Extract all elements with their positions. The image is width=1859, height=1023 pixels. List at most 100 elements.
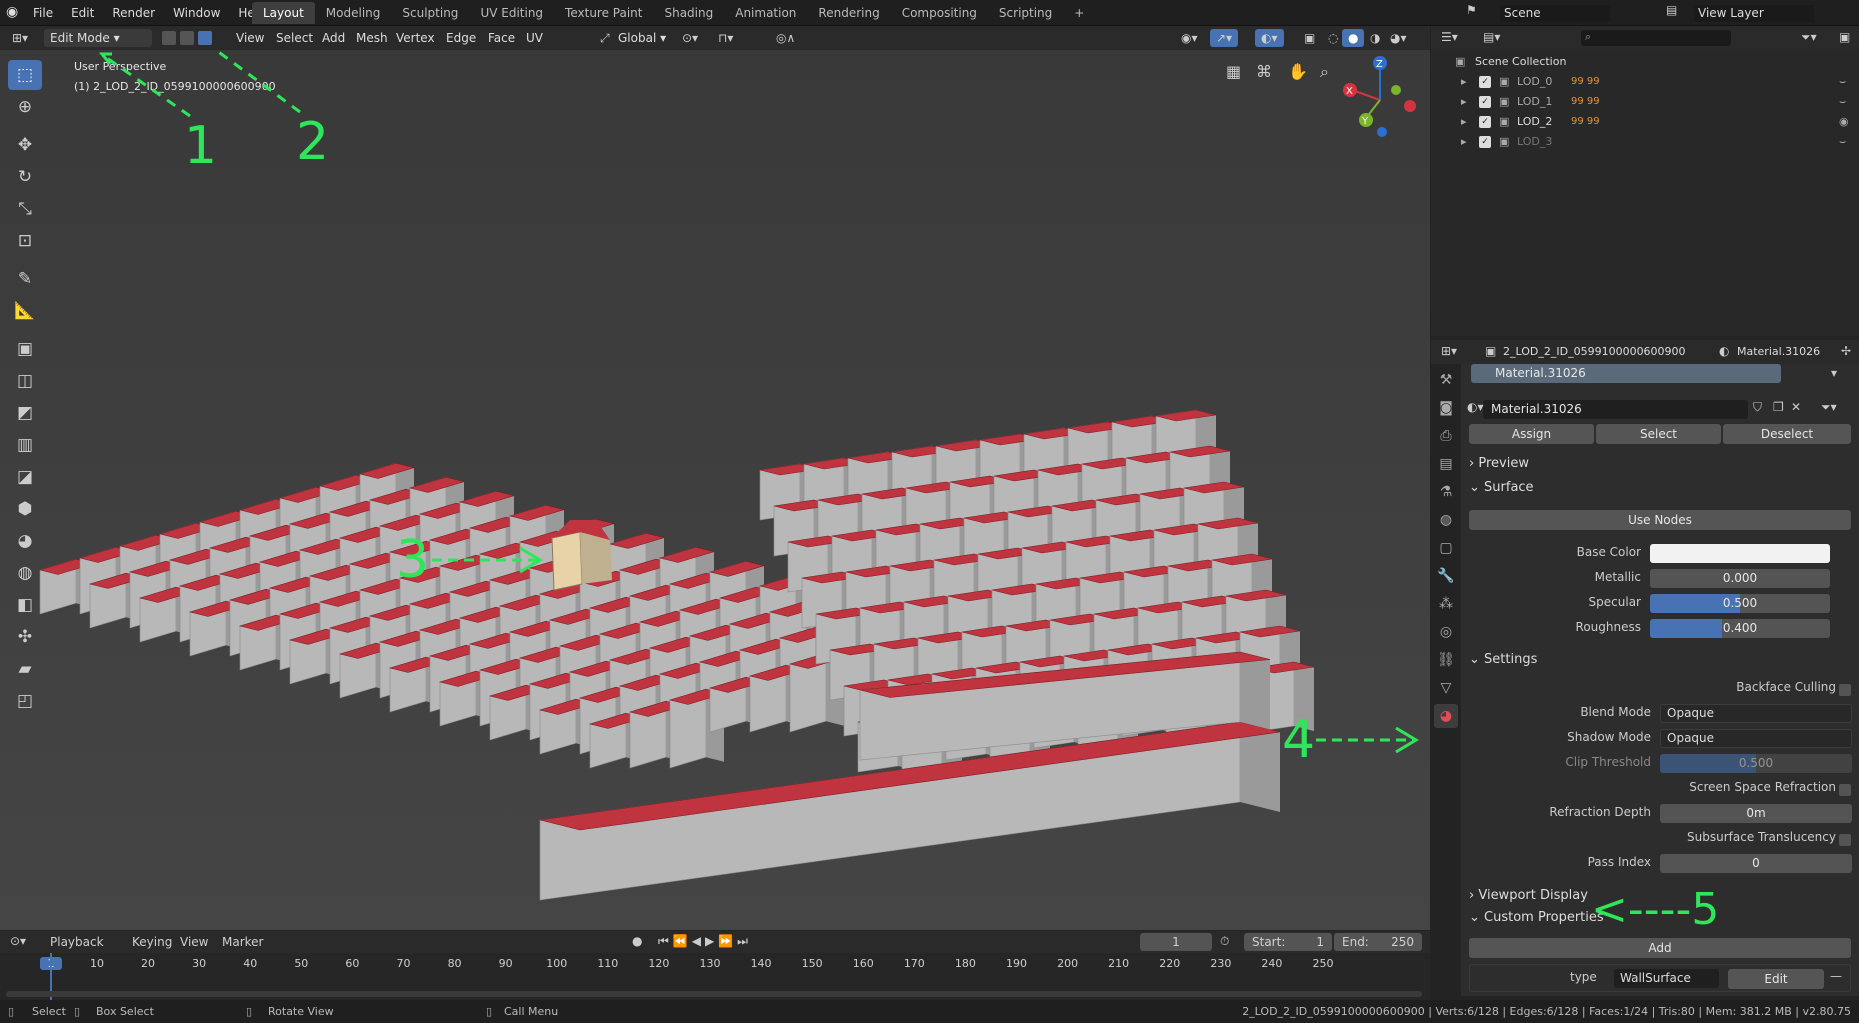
outliner-item-lod-2[interactable]: ▸ ✓ ▣ LOD_2 99 99 ◉ <box>1431 112 1859 132</box>
output-tab-icon[interactable]: ⎙ <box>1434 424 1458 448</box>
gizmo-toggle-icon[interactable]: ↗▾ <box>1210 29 1239 47</box>
pin-icon[interactable]: ✢ <box>1841 344 1851 358</box>
rip-tool-icon[interactable]: ◰ <box>8 686 42 716</box>
display-mode-icon[interactable]: ▤▾ <box>1483 30 1500 44</box>
properties-editor-icon[interactable]: ⊞▾ <box>1441 344 1457 358</box>
menu-face[interactable]: Face <box>482 29 521 47</box>
world-tab-icon[interactable]: ◍ <box>1434 508 1458 532</box>
particles-tab-icon[interactable]: ⁂ <box>1434 592 1458 616</box>
clip-threshold-slider[interactable]: 0.500 <box>1660 754 1852 773</box>
mode-selector[interactable]: Edit Mode ▾ <box>44 29 152 47</box>
add-property-button[interactable]: Add <box>1469 938 1851 958</box>
playback-controls[interactable]: ⏮⏪◀▶⏩⏭ <box>658 934 752 949</box>
metallic-slider[interactable]: 0.000 <box>1650 569 1830 588</box>
select-box-tool-icon[interactable]: ⬚ <box>8 60 42 90</box>
menu-edit[interactable]: Edit <box>62 0 103 26</box>
viewport-display-panel-header[interactable]: › Viewport Display <box>1469 888 1588 903</box>
current-frame-field[interactable]: 1 <box>1140 933 1212 951</box>
edit-property-button[interactable]: Edit <box>1728 969 1824 989</box>
3d-viewport[interactable]: Z X Y User Perspective (1) 2_LOD_2_ID_05… <box>0 50 1430 930</box>
expand-icon[interactable]: ▸ <box>1461 132 1467 152</box>
enable-checkbox[interactable]: ✓ <box>1479 136 1491 148</box>
edge-select-mode-icon[interactable] <box>180 31 194 45</box>
new-collection-icon[interactable]: ▣ <box>1839 30 1850 44</box>
menu-uv[interactable]: UV <box>520 29 549 47</box>
expand-icon[interactable]: ▸ <box>1461 92 1467 112</box>
tab-shading[interactable]: Shading <box>653 2 724 24</box>
end-frame-field[interactable]: End: 250 <box>1334 933 1422 951</box>
ssr-checkbox[interactable] <box>1839 784 1851 796</box>
transform-tool-icon[interactable]: ⊡ <box>8 226 42 256</box>
edge-slide-tool-icon[interactable]: ◧ <box>8 590 42 620</box>
base-color-swatch[interactable] <box>1650 544 1830 563</box>
shadow-mode-select[interactable]: Opaque <box>1660 729 1852 748</box>
knife-tool-icon[interactable]: ◪ <box>8 462 42 492</box>
refraction-depth-field[interactable]: 0m <box>1660 804 1852 823</box>
tab-rendering[interactable]: Rendering <box>807 2 890 24</box>
timeline-menu-playback[interactable]: Playback <box>50 935 104 949</box>
timeline-scrollbar[interactable] <box>6 991 1422 997</box>
unlink-material-icon[interactable]: ✕ <box>1791 400 1801 414</box>
solid-shading-icon[interactable]: ● <box>1342 29 1365 47</box>
bevel-tool-icon[interactable]: ◩ <box>8 398 42 428</box>
assign-button[interactable]: Assign <box>1469 424 1594 444</box>
preview-panel-header[interactable]: › Preview <box>1469 456 1529 471</box>
visibility-icon[interactable]: ◉▾ <box>1175 29 1204 47</box>
object-data-tab-icon[interactable]: ▽ <box>1434 676 1458 700</box>
tab-sculpting[interactable]: Sculpting <box>391 2 469 24</box>
pass-index-field[interactable]: 0 <box>1660 854 1852 873</box>
menu-file[interactable]: File <box>24 0 62 26</box>
overlay-toggle-icon[interactable]: ◐▾ <box>1255 29 1284 47</box>
outliner-search-input[interactable]: ⌕ <box>1581 30 1731 46</box>
timeline-menu-keying[interactable]: Keying <box>132 935 172 949</box>
scene-selector[interactable]: Scene <box>1500 5 1610 22</box>
shrink-fatten-tool-icon[interactable]: ✣ <box>8 622 42 652</box>
tab-scripting[interactable]: Scripting <box>988 2 1063 24</box>
menu-add[interactable]: Add <box>316 29 351 47</box>
object-tab-icon[interactable]: ▢ <box>1434 536 1458 560</box>
snap-icon[interactable]: ⊓▾ <box>712 29 739 47</box>
tab-layout[interactable]: Layout <box>252 2 315 24</box>
modifier-tab-icon[interactable]: 🔧 <box>1434 564 1458 588</box>
blend-mode-select[interactable]: Opaque <box>1660 704 1852 723</box>
measure-tool-icon[interactable]: 📐 <box>8 296 42 326</box>
tab-compositing[interactable]: Compositing <box>891 2 988 24</box>
xray-icon[interactable]: ▣ <box>1298 29 1321 47</box>
slot-menu-icon[interactable]: ▾ <box>1831 366 1837 380</box>
start-frame-field[interactable]: Start: 1 <box>1244 933 1332 951</box>
fake-user-icon[interactable]: ⛉ <box>1753 400 1762 415</box>
smooth-tool-icon[interactable]: ◍ <box>8 558 42 588</box>
scale-tool-icon[interactable]: ⤡ <box>8 194 42 224</box>
enable-checkbox[interactable]: ✓ <box>1479 96 1491 108</box>
tab-animation[interactable]: Animation <box>724 2 807 24</box>
shear-tool-icon[interactable]: ▰ <box>8 654 42 684</box>
view-layer-selector[interactable]: View Layer <box>1694 5 1814 22</box>
poly-build-tool-icon[interactable]: ⬢ <box>8 494 42 524</box>
render-tab-icon[interactable]: ◙ <box>1434 396 1458 420</box>
menu-select[interactable]: Select <box>270 29 319 47</box>
use-nodes-button[interactable]: Use Nodes <box>1469 510 1851 530</box>
tab-texture-paint[interactable]: Texture Paint <box>554 2 653 24</box>
tool-tab-icon[interactable]: ⚒ <box>1434 368 1458 392</box>
material-name-field[interactable]: Material.31026 <box>1483 400 1748 419</box>
inset-tool-icon[interactable]: ◫ <box>8 366 42 396</box>
preview-range-icon[interactable]: ⏱ <box>1220 934 1229 949</box>
menu-render[interactable]: Render <box>103 0 164 26</box>
menu-edge[interactable]: Edge <box>440 29 482 47</box>
material-tab-icon[interactable]: ◕ <box>1434 704 1458 728</box>
outliner-editor-icon[interactable]: ☰▾ <box>1441 30 1458 44</box>
material-slot-item[interactable]: Material.31026 <box>1471 364 1781 383</box>
blender-icon[interactable]: ◉ <box>6 4 18 20</box>
deselect-button[interactable]: Deselect <box>1723 424 1851 444</box>
backface-culling-checkbox[interactable] <box>1839 684 1851 696</box>
specular-slider[interactable]: 0.500 <box>1650 594 1830 613</box>
eye-hidden-icon[interactable]: ⌣ <box>1839 72 1846 92</box>
subsurface-translucency-checkbox[interactable] <box>1839 834 1851 846</box>
vertex-select-mode-icon[interactable] <box>162 31 176 45</box>
eye-icon[interactable]: ◉ <box>1839 112 1849 132</box>
material-browse-icon[interactable]: ◐▾ <box>1467 400 1484 414</box>
extrude-tool-icon[interactable]: ▣ <box>8 334 42 364</box>
enable-checkbox[interactable]: ✓ <box>1479 76 1491 88</box>
proportional-edit-icon[interactable]: ◎∧ <box>770 29 801 47</box>
outliner-item-lod-0[interactable]: ▸ ✓ ▣ LOD_0 99 99 ⌣ <box>1431 72 1859 92</box>
